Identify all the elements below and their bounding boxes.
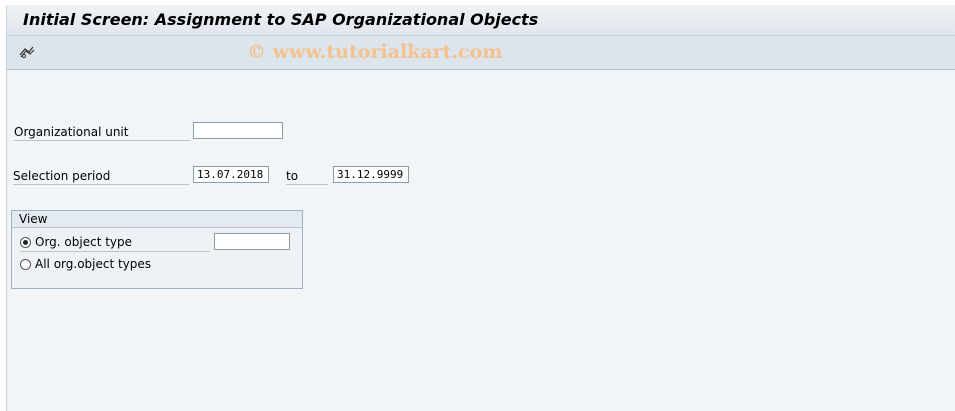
view-group-title: View xyxy=(19,212,48,226)
org-object-type-input[interactable] xyxy=(214,233,290,250)
org-object-type-underline xyxy=(20,251,210,252)
application-toolbar: © www.tutorialkart.com xyxy=(7,36,955,70)
execute-icon[interactable] xyxy=(18,44,36,60)
view-group-box: View Org. object type All org.object typ… xyxy=(11,210,303,289)
all-org-object-types-label: All org.object types xyxy=(35,257,152,271)
view-group-header: View xyxy=(12,211,302,228)
selection-period-to-input[interactable]: 31.12.9999 xyxy=(333,166,409,183)
selection-period-from-input[interactable]: 13.07.2018 xyxy=(193,166,269,183)
org-object-type-radio[interactable] xyxy=(20,237,31,248)
watermark-text: © www.tutorialkart.com xyxy=(247,41,503,63)
org-unit-input[interactable] xyxy=(193,122,283,139)
page-title: Initial Screen: Assignment to SAP Organi… xyxy=(23,10,539,29)
main-window: Initial Screen: Assignment to SAP Organi… xyxy=(6,5,955,411)
all-org-object-types-radio[interactable] xyxy=(20,259,31,270)
title-bar: Initial Screen: Assignment to SAP Organi… xyxy=(7,5,955,36)
selection-period-to-label: to xyxy=(286,169,328,185)
org-object-type-label: Org. object type xyxy=(35,235,133,249)
selection-period-label: Selection period xyxy=(13,169,189,185)
org-unit-label: Organizational unit xyxy=(14,125,190,141)
